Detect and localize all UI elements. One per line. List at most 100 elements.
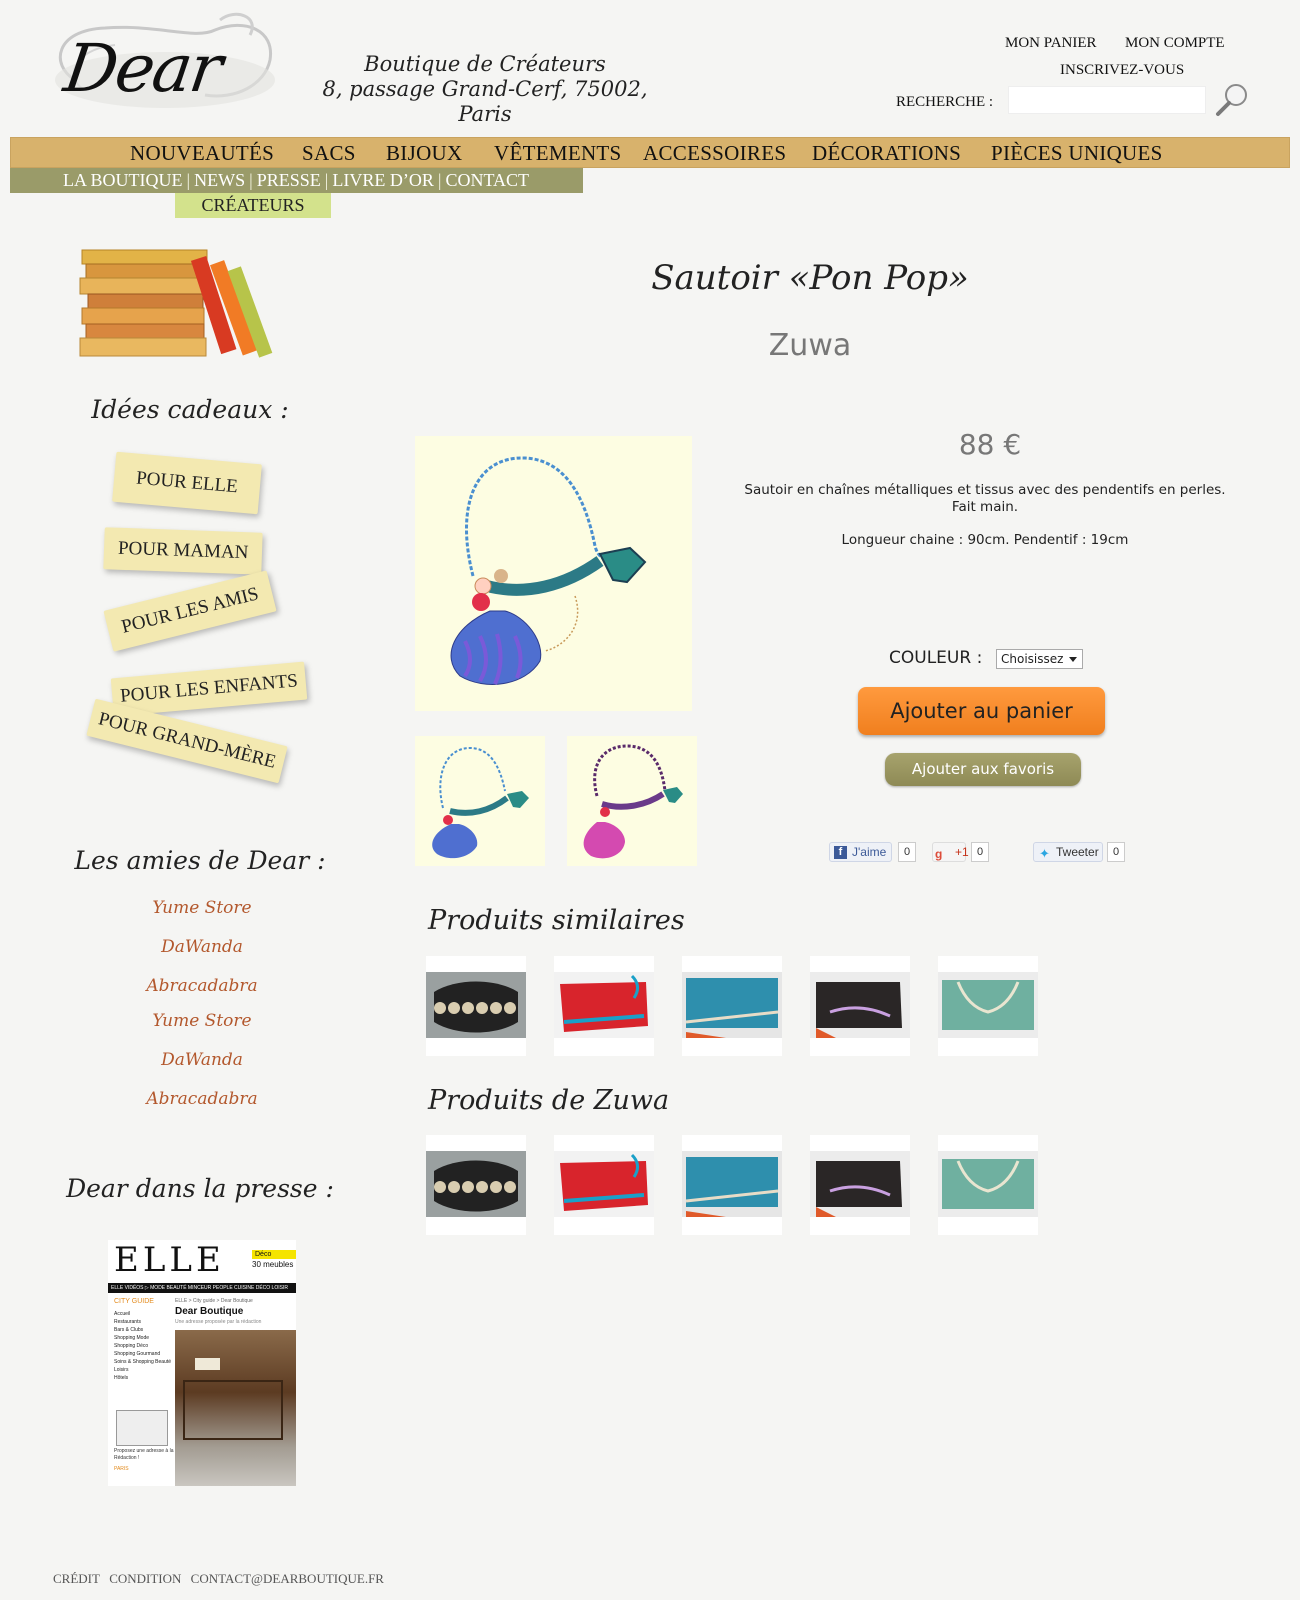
press-headline: Dear Boutique [175,1306,244,1317]
product-thumbnail-image [426,972,526,1038]
gift-tag-pour-grand-mere[interactable]: POUR GRAND-MÈRE [86,698,288,784]
nav-sacs[interactable]: SACS [302,141,356,166]
search-label: RECHERCHE : [896,94,994,110]
product-thumbnail-1[interactable] [415,736,545,866]
register-link[interactable]: INSCRIVEZ-VOUS [1060,62,1184,79]
press-guide-item: Soins & Shopping Beauté [114,1359,171,1365]
similar-product-red-pouch[interactable] [554,956,654,1056]
friend-link-dawanda[interactable]: DaWanda [102,937,302,957]
google-plus-count: 0 [971,842,989,862]
similar-product-black-pouch[interactable] [810,956,910,1056]
books-image [78,246,278,362]
my-account-link[interactable]: MON COMPTE [1125,35,1225,52]
color-select[interactable]: Choisissez [996,649,1083,669]
gift-tag-pour-les-enfants[interactable]: POUR LES ENFANTS [110,661,308,717]
my-cart-link[interactable]: MON PANIER [1005,35,1097,52]
product-description-line-1: Sautoir en chaînes métalliques et tissus… [744,482,1226,498]
gift-tag-pour-les-amis[interactable]: POUR LES AMIS [103,570,278,652]
facebook-like-count: 0 [898,842,916,862]
friend-link-dawanda[interactable]: DaWanda [102,1050,302,1070]
friend-link-yume-store[interactable]: Yume Store [102,1011,302,1031]
google-plus-label: +1 [955,845,969,859]
logo-wordmark: Dear [59,30,226,107]
magnifier-icon[interactable] [1212,82,1252,118]
gifts-title: Idées cadeaux : [91,395,289,424]
similar-products-title: Produits similaires [428,905,685,936]
brand-products-title: Produits de Zuwa [428,1085,670,1116]
similar-product-blue-pouch[interactable] [682,956,782,1056]
press-guide-title: CITY GUIDE [114,1298,154,1305]
tweet-count: 0 [1107,842,1125,862]
press-guide-item: Restaurants [114,1319,141,1325]
nav-pieces-uniques[interactable]: PIÈCES UNIQUES [991,141,1163,166]
nav-nouveautes[interactable]: NOUVEAUTÉS [130,141,274,166]
footer: CRÉDIT CONDITION CONTACT@DEARBOUTIQUE.FR [53,1571,390,1587]
product-thumbnail-image [554,972,654,1038]
product-brand[interactable]: Zuwa [600,328,1020,363]
tagline-line-1: Boutique de Créateurs [364,52,606,76]
tagline: Boutique de Créateurs 8, passage Grand-C… [305,52,665,127]
similar-product-green-pouch[interactable] [938,956,1038,1056]
twitter-bird-icon: ✦ [1039,846,1050,861]
product-thumbnail-2[interactable] [567,736,697,866]
similar-product-black-necklace[interactable] [426,956,526,1056]
brand-product-green-pouch[interactable] [938,1135,1038,1235]
press-clipping-image[interactable]: ELLE Déco 30 meubles i ELLE VIDÉOS ▷ MOD… [108,1240,296,1486]
facebook-like-label: J'aime [852,845,887,859]
product-description: Sautoir en chaînes métalliques et tissus… [735,482,1235,516]
press-city: PARIS [114,1466,129,1472]
press-guide-item: Accueil [114,1311,131,1317]
sub-nav: LA BOUTIQUE | NEWS | PRESSE | LIVRE D’OR | CONTA… [10,168,583,193]
subnav-livre-dor[interactable]: LIVRE D’OR [332,170,434,190]
press-badge: Déco [252,1250,296,1259]
press-guide-item: Hôtels [114,1375,129,1381]
nav-createurs[interactable]: CRÉATEURS [175,193,331,218]
friend-link-abracadabra[interactable]: Abracadabra [102,976,302,996]
product-dimensions: Longueur chaine : 90cm. Pendentif : 19cm [841,532,1129,548]
product-thumbnail-image [810,1151,910,1217]
product-main-image[interactable] [415,436,692,711]
gift-tag-pour-maman[interactable]: POUR MAMAN [103,527,264,575]
nav-decorations[interactable]: DÉCORATIONS [812,141,961,166]
brand-product-black-necklace[interactable] [426,1135,526,1235]
add-to-cart-button[interactable]: Ajouter au panier [858,687,1105,735]
subnav-separator: | [186,170,191,190]
press-magazine-name: ELLE [114,1240,225,1280]
press-footer-note: Proposez une adresse à la Rédaction ! [114,1448,174,1461]
similar-products-grid [426,956,1066,1056]
product-thumbnail-image [682,972,782,1038]
subnav-contact[interactable]: CONTACT [445,170,529,190]
google-plus-button[interactable]: g +1 [932,842,969,862]
footer-condition-link[interactable]: CONDITION [109,1571,181,1586]
friend-link-yume-store[interactable]: Yume Store [102,898,302,918]
product-title: Sautoir «Pon Pop» [651,258,969,298]
search-input[interactable] [1008,86,1206,114]
social-share-bar: f J'aime 0 g +1 0 ✦ Tweeter 0 [829,842,1129,866]
nav-bijoux[interactable]: BIJOUX [386,141,462,166]
press-guide-item: Shopping Mode [114,1335,150,1341]
chevron-down-icon [1069,657,1077,662]
subnav-separator: | [437,170,442,190]
facebook-like-button[interactable]: f J'aime [829,842,892,862]
subnav-la-boutique[interactable]: LA BOUTIQUE [63,170,183,190]
nav-vetements[interactable]: VÊTEMENTS [494,141,622,166]
press-breadcrumb: ELLE > City guide > Dear Boutique [175,1298,253,1304]
brand-product-black-pouch[interactable] [810,1135,910,1235]
subnav-news[interactable]: NEWS [194,170,245,190]
press-photo [175,1330,296,1486]
subnav-presse[interactable]: PRESSE [257,170,321,190]
tweet-button[interactable]: ✦ Tweeter [1033,842,1103,862]
friend-link-abracadabra[interactable]: Abracadabra [102,1089,302,1109]
brand-product-red-pouch[interactable] [554,1135,654,1235]
product-thumbnail-image [426,1151,526,1217]
gift-tag-pour-elle[interactable]: POUR ELLE [112,451,262,515]
subnav-separator: | [324,170,329,190]
footer-credit-link[interactable]: CRÉDIT [53,1571,100,1586]
tweet-label: Tweeter [1056,845,1099,859]
add-to-favorites-button[interactable]: Ajouter aux favoris [885,753,1081,786]
brand-product-blue-pouch[interactable] [682,1135,782,1235]
footer-contact-link[interactable]: CONTACT@DEARBOUTIQUE.FR [191,1571,384,1586]
product-thumbnail-image [810,972,910,1038]
color-select-value: Choisissez [1001,652,1064,666]
nav-accessoires[interactable]: ACCESSOIRES [643,141,786,166]
